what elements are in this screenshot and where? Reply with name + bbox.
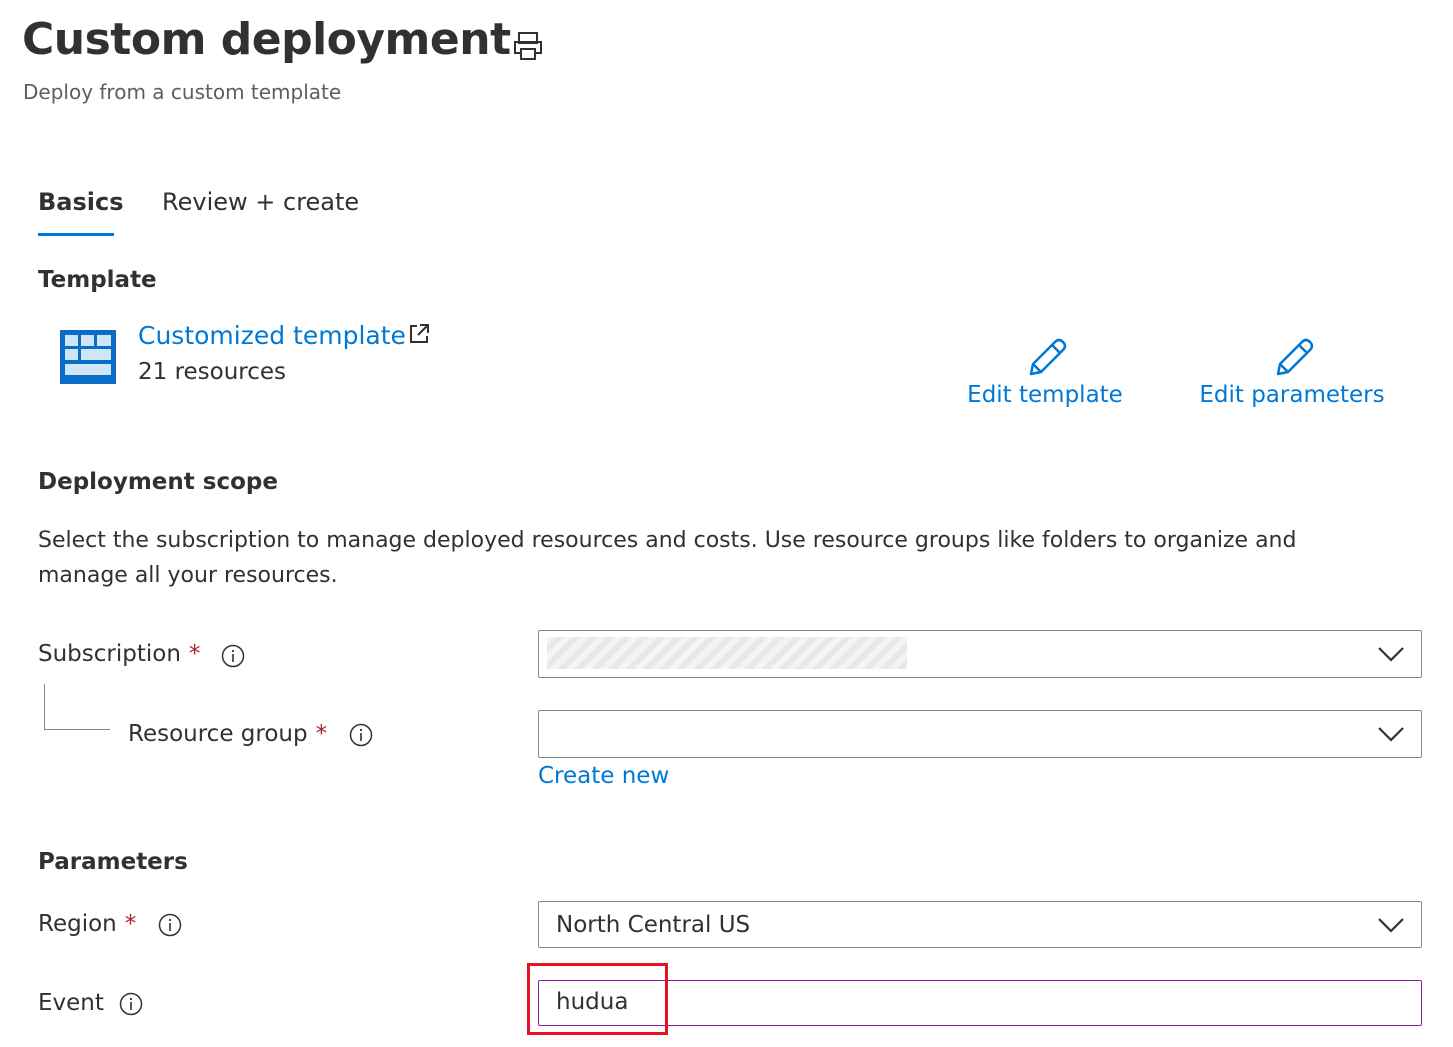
required-mark: * (124, 911, 137, 937)
info-icon[interactable] (349, 723, 373, 747)
page-subtitle: Deploy from a custom template (23, 80, 342, 104)
info-icon[interactable] (119, 992, 143, 1016)
region-label: Region * (38, 911, 136, 937)
tree-connector-horizontal (44, 729, 110, 730)
tab-basics[interactable]: Basics (38, 188, 124, 216)
deployment-scope-heading: Deployment scope (38, 469, 278, 495)
deployment-scope-description: Select the subscription to manage deploy… (38, 528, 1297, 588)
subscription-value-redacted (547, 637, 907, 669)
tab-review-create[interactable]: Review + create (162, 188, 359, 216)
edit-template-label: Edit template (967, 382, 1123, 408)
create-new-link[interactable]: Create new (538, 763, 669, 789)
subscription-dropdown[interactable] (538, 630, 1422, 678)
active-tab-indicator (38, 233, 114, 236)
required-mark: * (315, 721, 328, 747)
chevron-down-icon (1378, 918, 1404, 933)
region-dropdown[interactable]: North Central US (538, 901, 1422, 948)
print-icon[interactable] (510, 28, 546, 64)
page-title: Custom deployment (22, 14, 511, 65)
external-link-icon[interactable] (408, 323, 430, 345)
region-value: North Central US (556, 912, 751, 938)
edit-parameters-button[interactable]: Edit parameters (1192, 334, 1392, 408)
resource-count: 21 resources (138, 359, 287, 385)
tree-connector-vertical (44, 684, 45, 730)
chevron-down-icon (1378, 647, 1404, 662)
event-input[interactable]: hudua (538, 980, 1422, 1026)
annotation-highlight-box (527, 963, 668, 1035)
resource-group-label-text: Resource group (128, 721, 308, 747)
edit-parameters-label: Edit parameters (1199, 382, 1385, 408)
resource-group-label: Resource group * (128, 721, 327, 747)
event-label: Event (38, 990, 104, 1016)
parameters-heading: Parameters (38, 849, 188, 875)
subscription-label-text: Subscription (38, 641, 181, 667)
customized-template-link[interactable]: Customized template (138, 321, 406, 350)
template-heading: Template (38, 267, 157, 293)
info-icon[interactable] (158, 913, 182, 937)
info-icon[interactable] (221, 644, 245, 668)
resource-group-dropdown[interactable] (538, 710, 1422, 758)
template-grid-icon (60, 330, 116, 384)
region-label-text: Region (38, 911, 117, 937)
edit-template-button[interactable]: Edit template (960, 334, 1130, 408)
subscription-label: Subscription * (38, 641, 200, 667)
pencil-icon (1192, 334, 1392, 378)
chevron-down-icon (1378, 727, 1404, 742)
pencil-icon (960, 334, 1130, 378)
required-mark: * (188, 641, 201, 667)
